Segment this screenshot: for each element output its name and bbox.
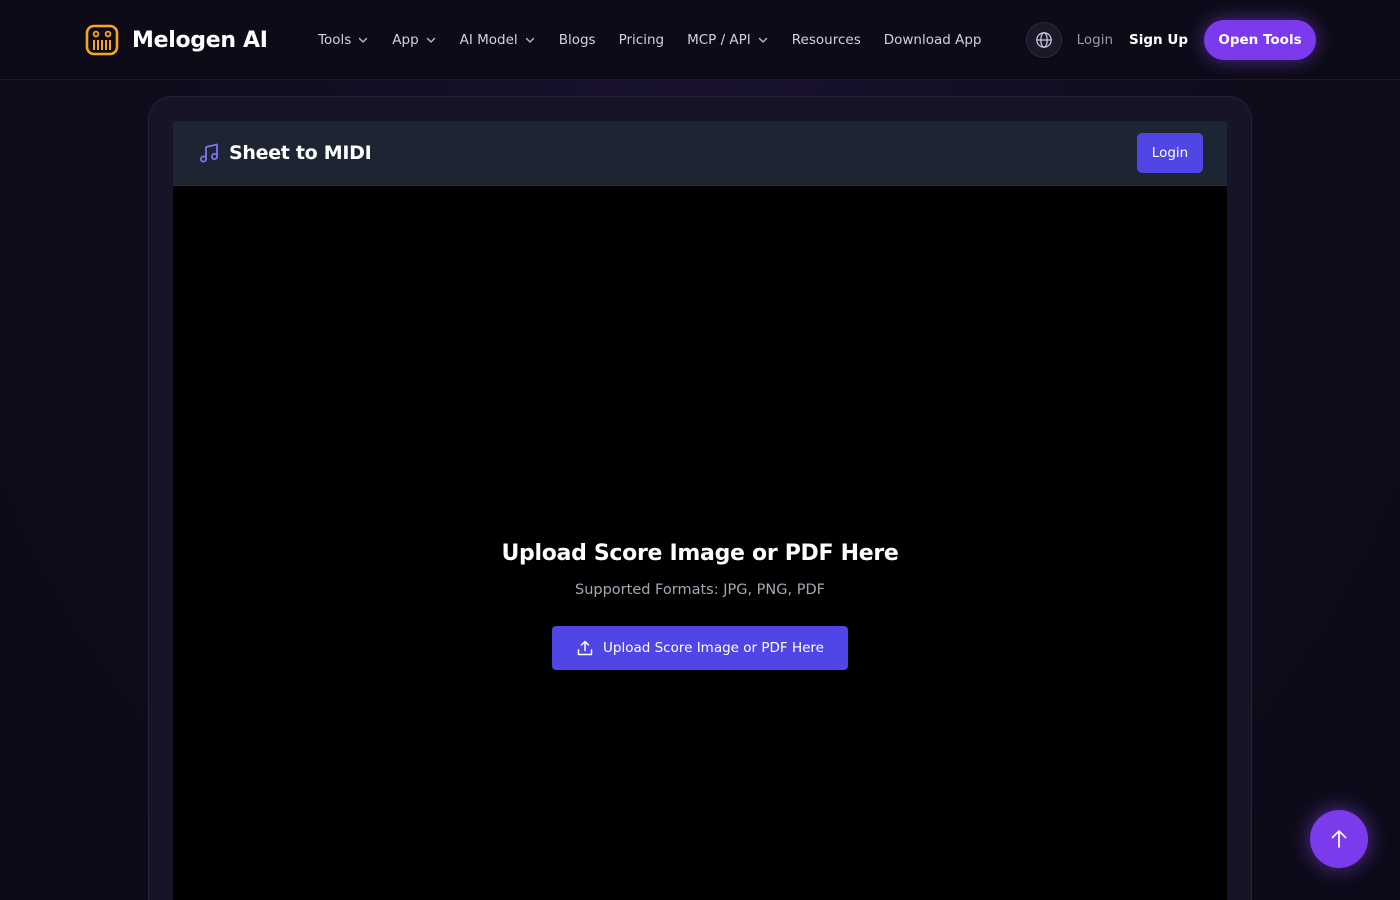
brand-name: Melogen AI: [132, 27, 268, 53]
brand[interactable]: Melogen AI: [85, 22, 268, 58]
signup-link[interactable]: Sign Up: [1129, 32, 1188, 48]
login-link[interactable]: Login: [1077, 32, 1113, 48]
tool-header: Sheet to MIDI Login: [173, 121, 1227, 186]
nav-item-tools[interactable]: Tools: [318, 32, 369, 48]
globe-icon: [1035, 32, 1052, 48]
top-navbar: Melogen AI Tools App AI Model Blogs Pric…: [0, 0, 1400, 80]
upload-button[interactable]: Upload Score Image or PDF Here: [552, 626, 848, 670]
piano-logo-icon: [85, 24, 119, 56]
nav-item-download-app[interactable]: Download App: [884, 32, 982, 48]
chevron-down-icon: [758, 37, 767, 43]
nav-item-resources[interactable]: Resources: [792, 32, 861, 48]
nav-item-mcp-api[interactable]: MCP / API: [687, 32, 769, 48]
upload-heading: Upload Score Image or PDF Here: [501, 541, 899, 566]
nav-actions: Login Sign Up Open Tools: [1025, 20, 1316, 60]
arrow-up-icon: [1331, 830, 1347, 848]
nav-item-label: App: [392, 32, 419, 48]
nav-item-label: MCP / API: [687, 32, 751, 48]
nav-item-ai-model[interactable]: AI Model: [460, 32, 536, 48]
nav-item-label: Download App: [883, 32, 982, 48]
panel-login-button[interactable]: Login: [1137, 133, 1203, 173]
nav-item-label: Resources: [791, 32, 861, 48]
chevron-down-icon: [359, 37, 368, 43]
tool-title-group: Sheet to MIDI: [198, 141, 372, 165]
nav-item-pricing[interactable]: Pricing: [619, 32, 665, 48]
chevron-down-icon: [426, 37, 435, 43]
supported-formats: Supported Formats: JPG, PNG, PDF: [575, 582, 825, 598]
upload-icon: [577, 640, 593, 656]
sheet-to-midi-panel: Sheet to MIDI Login Upload Score Image o…: [173, 121, 1227, 900]
nav-item-label: Pricing: [618, 32, 665, 48]
nav-item-label: AI Model: [459, 32, 518, 48]
tool-title: Sheet to MIDI: [229, 142, 372, 164]
upload-button-label: Upload Score Image or PDF Here: [603, 640, 824, 656]
nav-item-app[interactable]: App: [392, 32, 436, 48]
nav-item-blogs[interactable]: Blogs: [559, 32, 596, 48]
chevron-down-icon: [525, 37, 534, 43]
open-tools-button[interactable]: Open Tools: [1204, 20, 1316, 60]
scroll-to-top-button[interactable]: [1310, 810, 1368, 868]
nav-item-label: Tools: [318, 32, 352, 48]
music-note-icon: [200, 143, 218, 163]
nav-item-label: Blogs: [558, 32, 596, 48]
main-nav: Tools App AI Model Blogs Pricing MCP / A…: [318, 28, 1005, 52]
language-button[interactable]: [1025, 22, 1062, 58]
upload-dropzone[interactable]: Upload Score Image or PDF Here Supported…: [173, 521, 1227, 681]
